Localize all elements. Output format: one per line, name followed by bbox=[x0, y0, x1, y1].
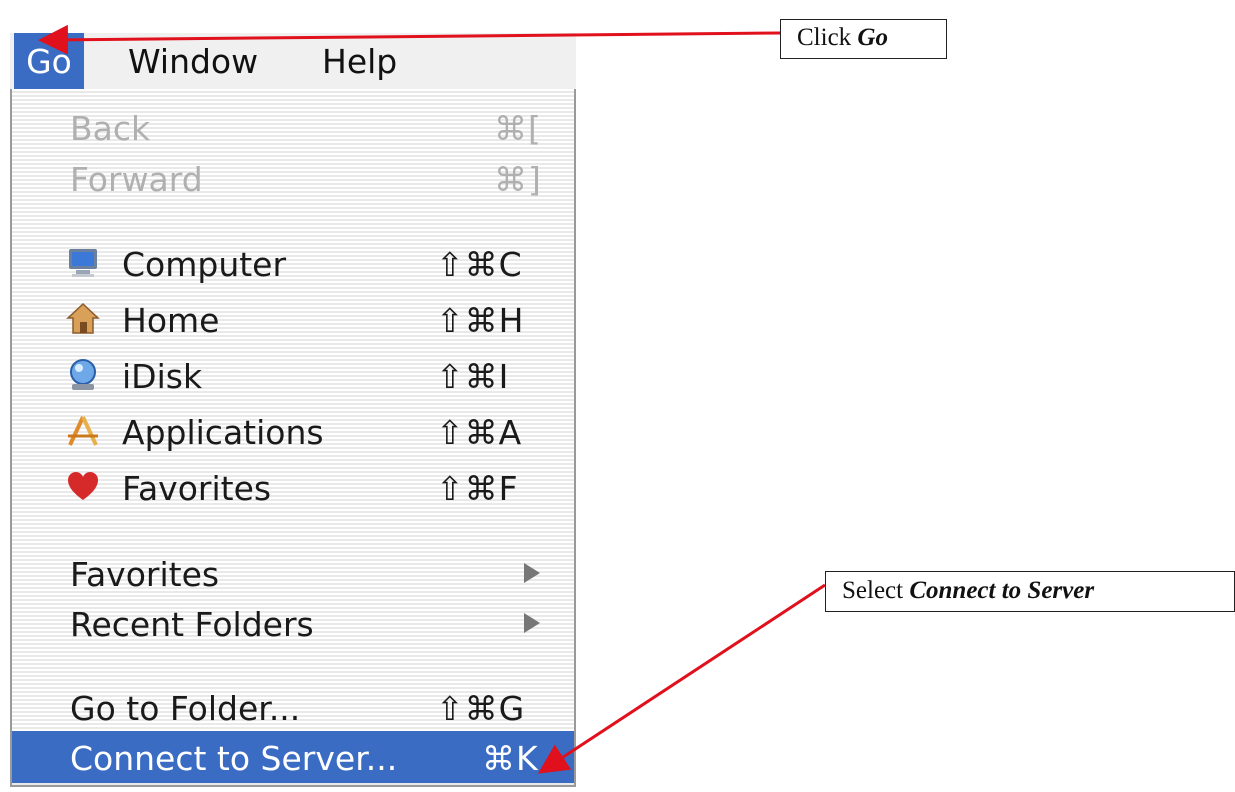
annotation-arrows bbox=[38, 24, 826, 774]
arrow-to-connect-to-server bbox=[537, 583, 826, 774]
arrow-to-go-menu bbox=[38, 24, 781, 55]
